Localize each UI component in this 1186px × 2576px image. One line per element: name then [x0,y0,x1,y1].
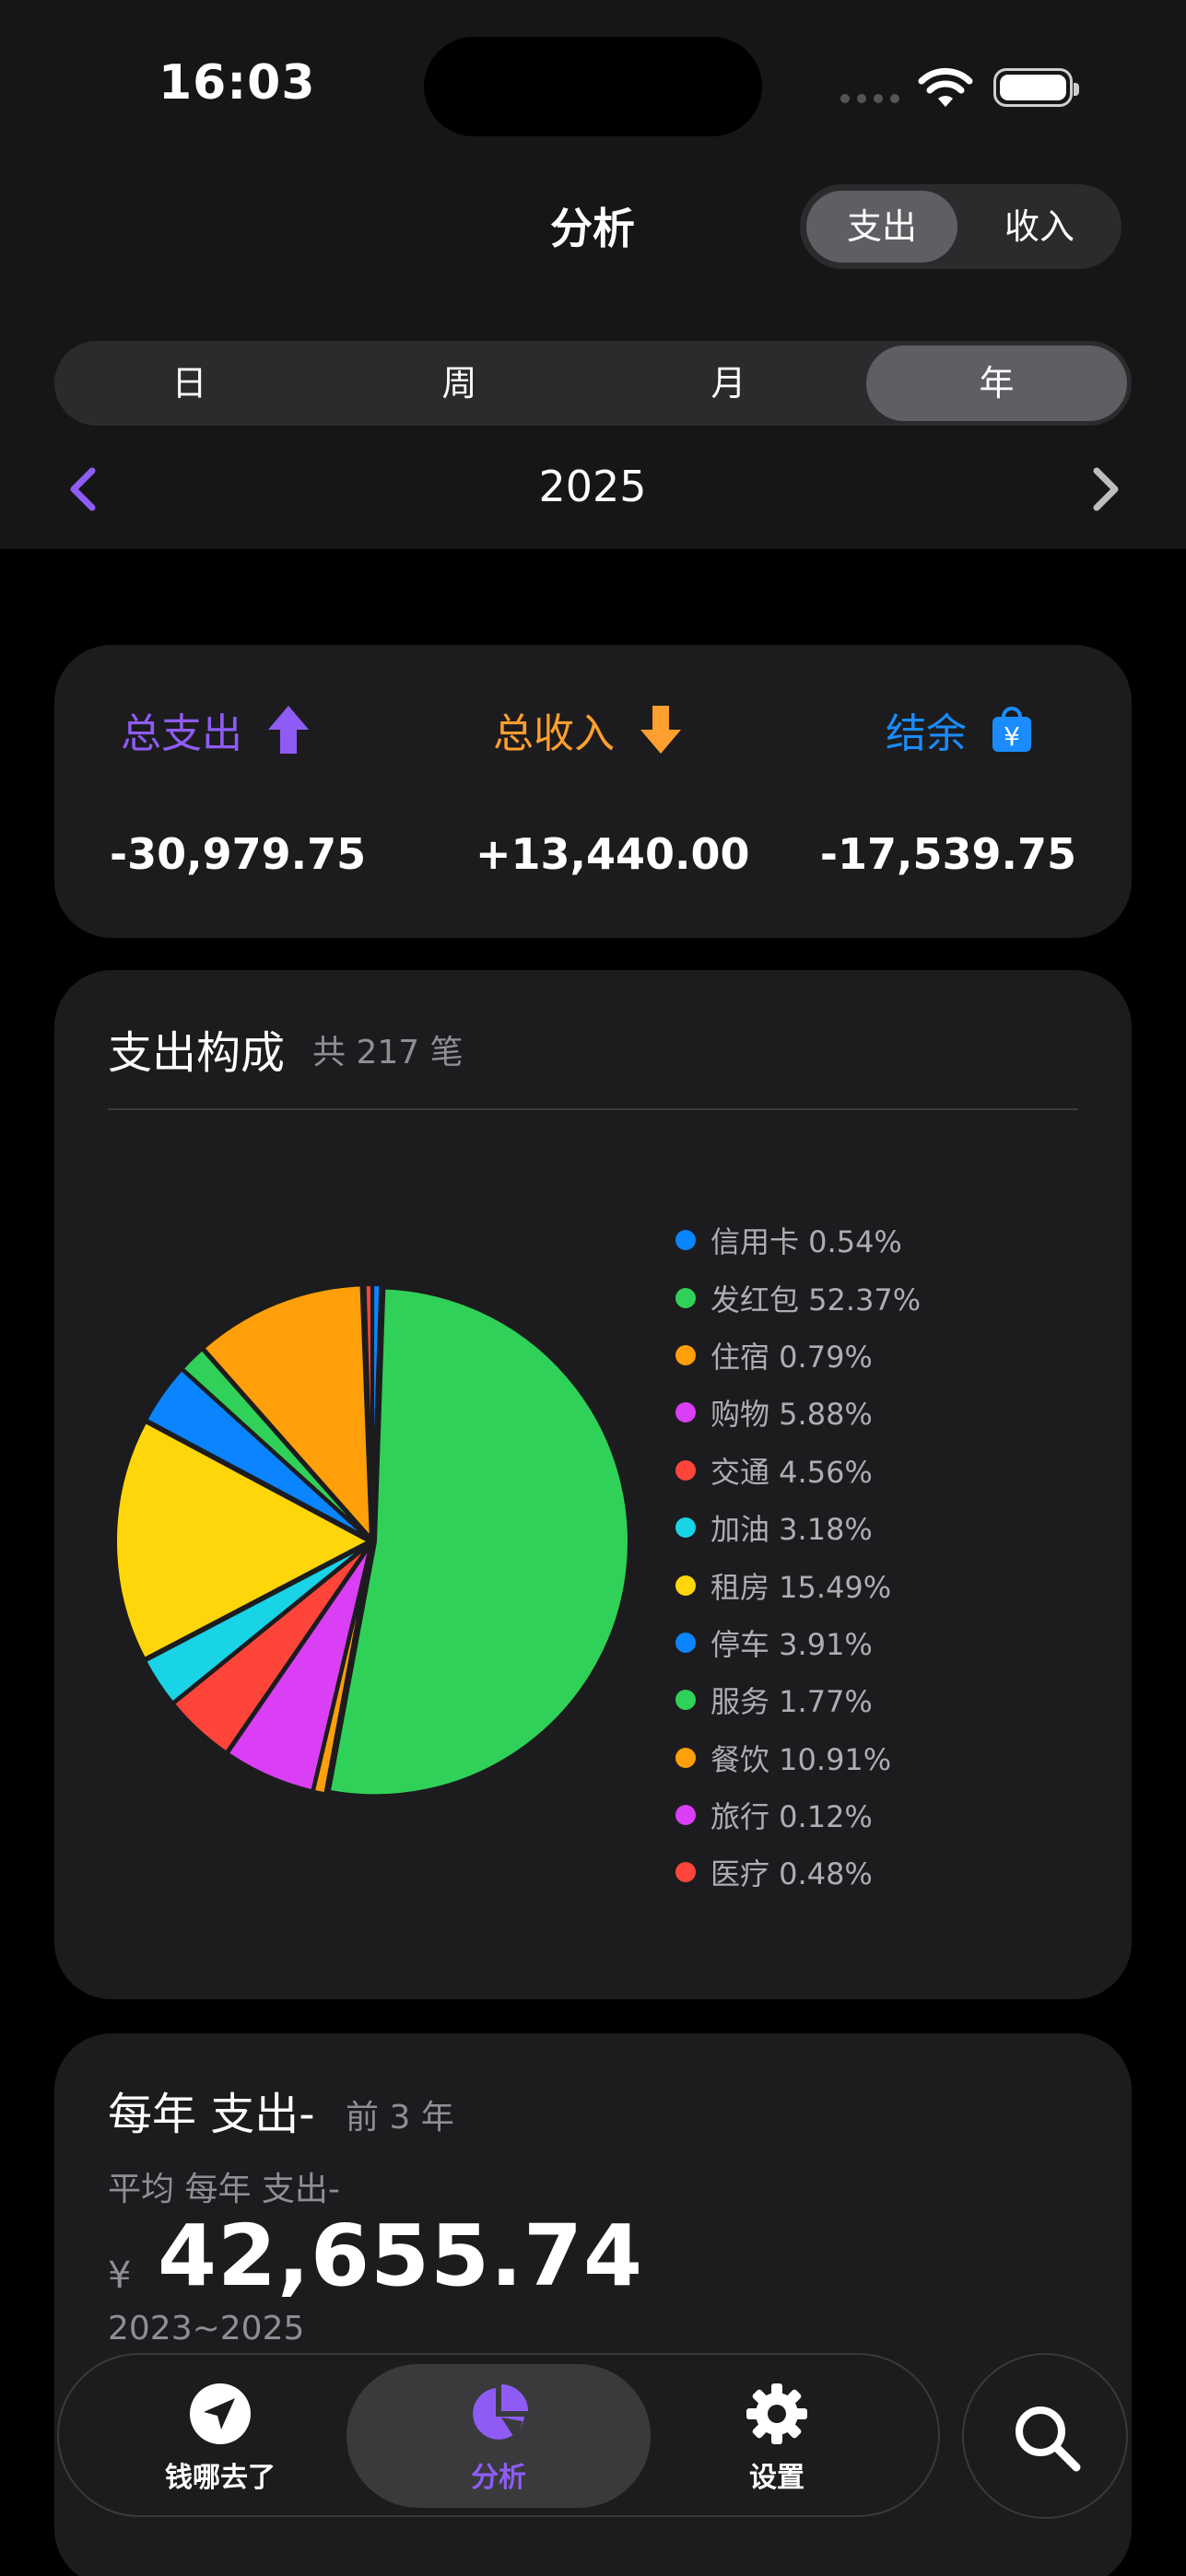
tab-label: 分析 [471,2462,526,2494]
legend-dot [675,1690,696,1711]
period-option-month[interactable]: 月 [598,345,859,421]
pie-legend: 信用卡 0.54% 发红包 52.37% 住宿 0.79% 购物 5.88% 交通 4.… [675,1212,921,1902]
summary-card: 总支出 总收入 结余 ¥ -30,979.75 +13,440.00 -17,5… [54,645,1132,938]
legend-item: 住宿 0.79% [675,1327,921,1384]
tab-settings[interactable]: 设置 [625,2364,929,2508]
chevron-left-icon[interactable] [61,463,107,515]
summary-balance: 结余 ¥ [886,700,1033,759]
arrow-down-icon [640,706,681,754]
legend-item: 交通 4.56% [675,1442,921,1499]
legend-dot [675,1805,696,1826]
type-option-expense[interactable]: 支出 [806,191,957,263]
svg-text:¥: ¥ [1004,721,1020,752]
legend-label: 租房 15.49% [710,1569,892,1605]
battery-icon [993,68,1079,107]
composition-count: 共 217 笔 [312,1034,464,1071]
period-option-day[interactable]: 日 [59,345,320,421]
summary-expense: 总支出 [121,700,311,759]
type-segmented-control: 支出 收入 [800,184,1121,269]
legend-label: 加油 3.18% [710,1512,873,1548]
legend-label: 医疗 0.48% [710,1856,873,1892]
legend-item: 加油 3.18% [675,1499,921,1556]
divider [108,1108,1078,1110]
legend-dot [675,1344,696,1365]
yearly-range: 2023~2025 [108,2310,305,2348]
legend-label: 餐饮 10.91% [710,1741,892,1777]
period-segmented-control: 日 周 月 年 [54,341,1132,426]
legend-label: 服务 1.77% [710,1684,873,1720]
expense-pie-chart[interactable] [105,1274,640,1809]
current-year: 2025 [538,462,647,511]
location-arrow-icon [190,2383,251,2444]
period-option-year[interactable]: 年 [866,345,1127,421]
tab-label: 设置 [749,2462,804,2494]
legend-item: 医疗 0.48% [675,1844,921,1901]
period-option-week[interactable]: 周 [329,345,590,421]
currency-symbol: ¥ [108,2254,132,2297]
legend-item: 购物 5.88% [675,1384,921,1441]
legend-label: 住宿 0.79% [710,1339,873,1375]
tab-label: 钱哪去了 [165,2462,276,2494]
arrow-up-icon [268,706,309,754]
legend-dot [675,1632,696,1653]
legend-item: 餐饮 10.91% [675,1729,921,1786]
chevron-right-icon[interactable] [1082,463,1128,515]
legend-dot [675,1517,696,1539]
legend-item: 信用卡 0.54% [675,1212,921,1269]
legend-dot [675,1575,696,1596]
legend-item: 租房 15.49% [675,1556,921,1613]
legend-item: 旅行 0.12% [675,1786,921,1844]
legend-item: 发红包 52.37% [675,1269,921,1326]
pie-chart-icon [473,2384,528,2440]
tab-bar: 钱哪去了 分析 设置 [57,2353,940,2517]
legend-dot [675,1287,696,1308]
expense-composition-card: 支出构成 共 217 笔 信用卡 0.54% 发红包 52.37% 住宿 0.79%… [54,970,1132,1999]
summary-income: 总收入 [493,700,683,759]
legend-label: 旅行 0.12% [710,1799,873,1835]
composition-title: 支出构成 [108,1027,286,1079]
balance-value: -17,539.75 [819,829,1076,879]
total-income-label: 总收入 [493,710,615,757]
legend-label: 信用卡 0.54% [710,1224,902,1260]
tab-analysis[interactable]: 分析 [346,2364,651,2508]
legend-dot [675,1402,696,1423]
legend-label: 购物 5.88% [710,1397,873,1433]
cellular-signal-icon [840,94,899,103]
legend-dot [675,1459,696,1481]
legend-dot [675,1862,696,1883]
year-navigator: 2025 [0,456,1186,522]
search-icon [1016,2406,1081,2472]
yearly-title: 每年 支出- [108,2089,315,2140]
yen-bag-icon: ¥ [992,707,1031,752]
total-expense-value: -30,979.75 [110,829,367,879]
search-button[interactable] [962,2353,1128,2519]
legend-item: 停车 3.91% [675,1614,921,1671]
legend-label: 交通 4.56% [710,1454,873,1490]
status-time: 16:03 [159,55,316,111]
yearly-average-value: 42,655.74 [158,2207,643,2305]
type-option-income[interactable]: 收入 [964,191,1115,263]
wifi-icon [918,67,973,107]
gear-icon [746,2383,807,2444]
balance-label: 结余 [886,710,967,757]
legend-label: 停车 3.91% [710,1626,873,1662]
yearly-subtitle: 前 3 年 [346,2099,454,2137]
dynamic-island [424,37,762,136]
legend-dot [675,1230,696,1251]
legend-item: 服务 1.77% [675,1671,921,1728]
yearly-average-label: 平均 每年 支出- [108,2171,340,2208]
legend-label: 发红包 52.37% [710,1282,922,1317]
header-area: 16:03 分析 支出 收入 日 周 月 年 2025 [0,0,1186,549]
page-title: 分析 [550,204,635,253]
total-expense-label: 总支出 [121,710,242,757]
total-income-value: +13,440.00 [476,829,750,879]
tab-where-money-went[interactable]: 钱哪去了 [68,2364,372,2508]
legend-dot [675,1747,696,1768]
